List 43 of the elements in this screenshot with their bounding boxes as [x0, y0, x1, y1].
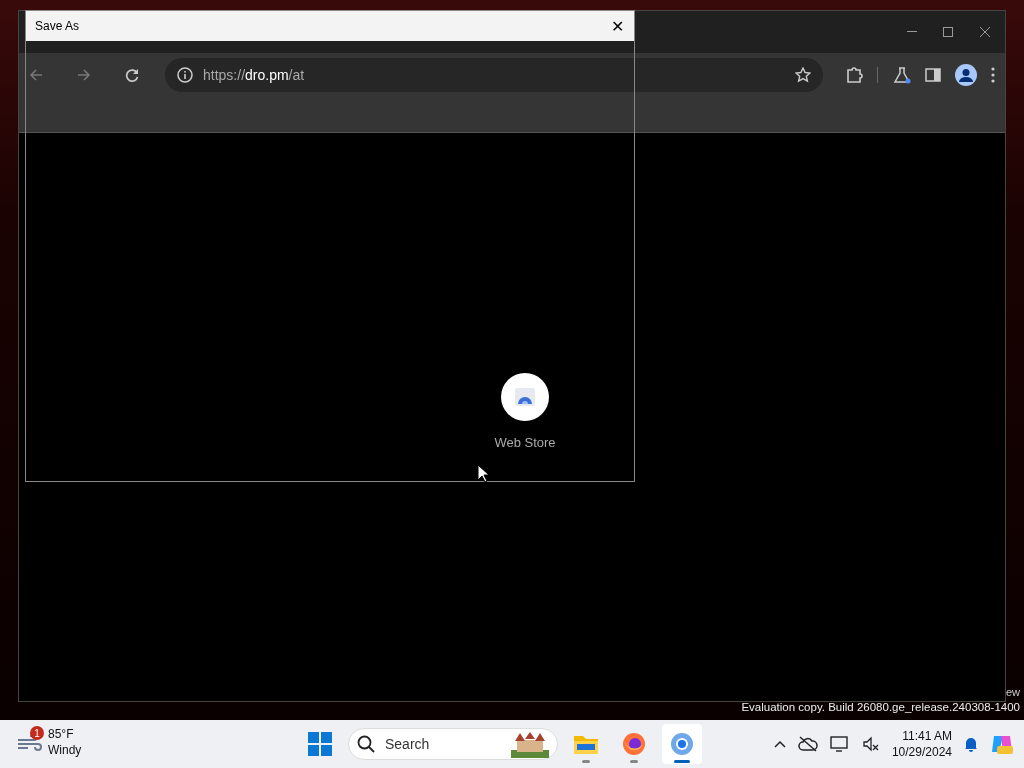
- chevron-up-icon[interactable]: [773, 740, 786, 748]
- browser-icon: [670, 732, 694, 756]
- notification-badge: 1: [30, 726, 44, 740]
- forward-icon[interactable]: [77, 67, 91, 82]
- cursor-icon: [477, 464, 489, 482]
- clock-date[interactable]: 10/29/2024: [891, 744, 952, 760]
- bell-icon[interactable]: [964, 736, 978, 752]
- info-icon[interactable]: [177, 66, 193, 83]
- clock-time[interactable]: 11:41 AM: [902, 728, 952, 744]
- side-panel-icon[interactable]: [925, 66, 941, 83]
- shortcut-label[interactable]: Web Store: [494, 435, 556, 450]
- search-input[interactable]: Search: [383, 735, 501, 753]
- close-icon[interactable]: [979, 26, 991, 38]
- monitor-icon[interactable]: [829, 736, 850, 752]
- folder-icon: [573, 733, 599, 755]
- menu-icon[interactable]: [991, 66, 995, 83]
- toolbar-divider: [877, 66, 879, 83]
- dialog-title: Save As: [35, 19, 80, 33]
- flask-icon[interactable]: [893, 65, 911, 84]
- watermark-text: Evaluation copy. Build 26080.ge_release.240308-1400: [741, 701, 1020, 713]
- cloud-off-icon[interactable]: [797, 736, 818, 752]
- back-icon[interactable]: [29, 67, 43, 82]
- volume-muted-icon[interactable]: [861, 736, 880, 752]
- minimize-icon[interactable]: [907, 31, 917, 33]
- taskbar-app[interactable]: [662, 724, 702, 764]
- store-icon: [514, 386, 536, 408]
- reload-icon[interactable]: [125, 67, 139, 82]
- address-bar[interactable]: https://dro.pm/at: [165, 57, 823, 92]
- temperature-text[interactable]: 85°F: [48, 726, 82, 742]
- url-text: https://dro.pm/at: [203, 66, 306, 83]
- windows-icon: [308, 732, 332, 756]
- weather-text[interactable]: Windy: [48, 742, 82, 758]
- castle-icon: [509, 730, 551, 758]
- maximize-icon[interactable]: [943, 27, 953, 37]
- search-bar[interactable]: Search: [348, 728, 558, 760]
- close-button[interactable]: ✕: [609, 16, 626, 36]
- search-icon: [357, 735, 375, 753]
- puzzle-icon[interactable]: [845, 65, 863, 84]
- star-icon[interactable]: [795, 66, 811, 83]
- desktop-text: ew: [1005, 686, 1020, 698]
- shortcut-tile[interactable]: [501, 373, 549, 421]
- browser-icon: [622, 732, 646, 756]
- avatar-icon[interactable]: [955, 63, 977, 86]
